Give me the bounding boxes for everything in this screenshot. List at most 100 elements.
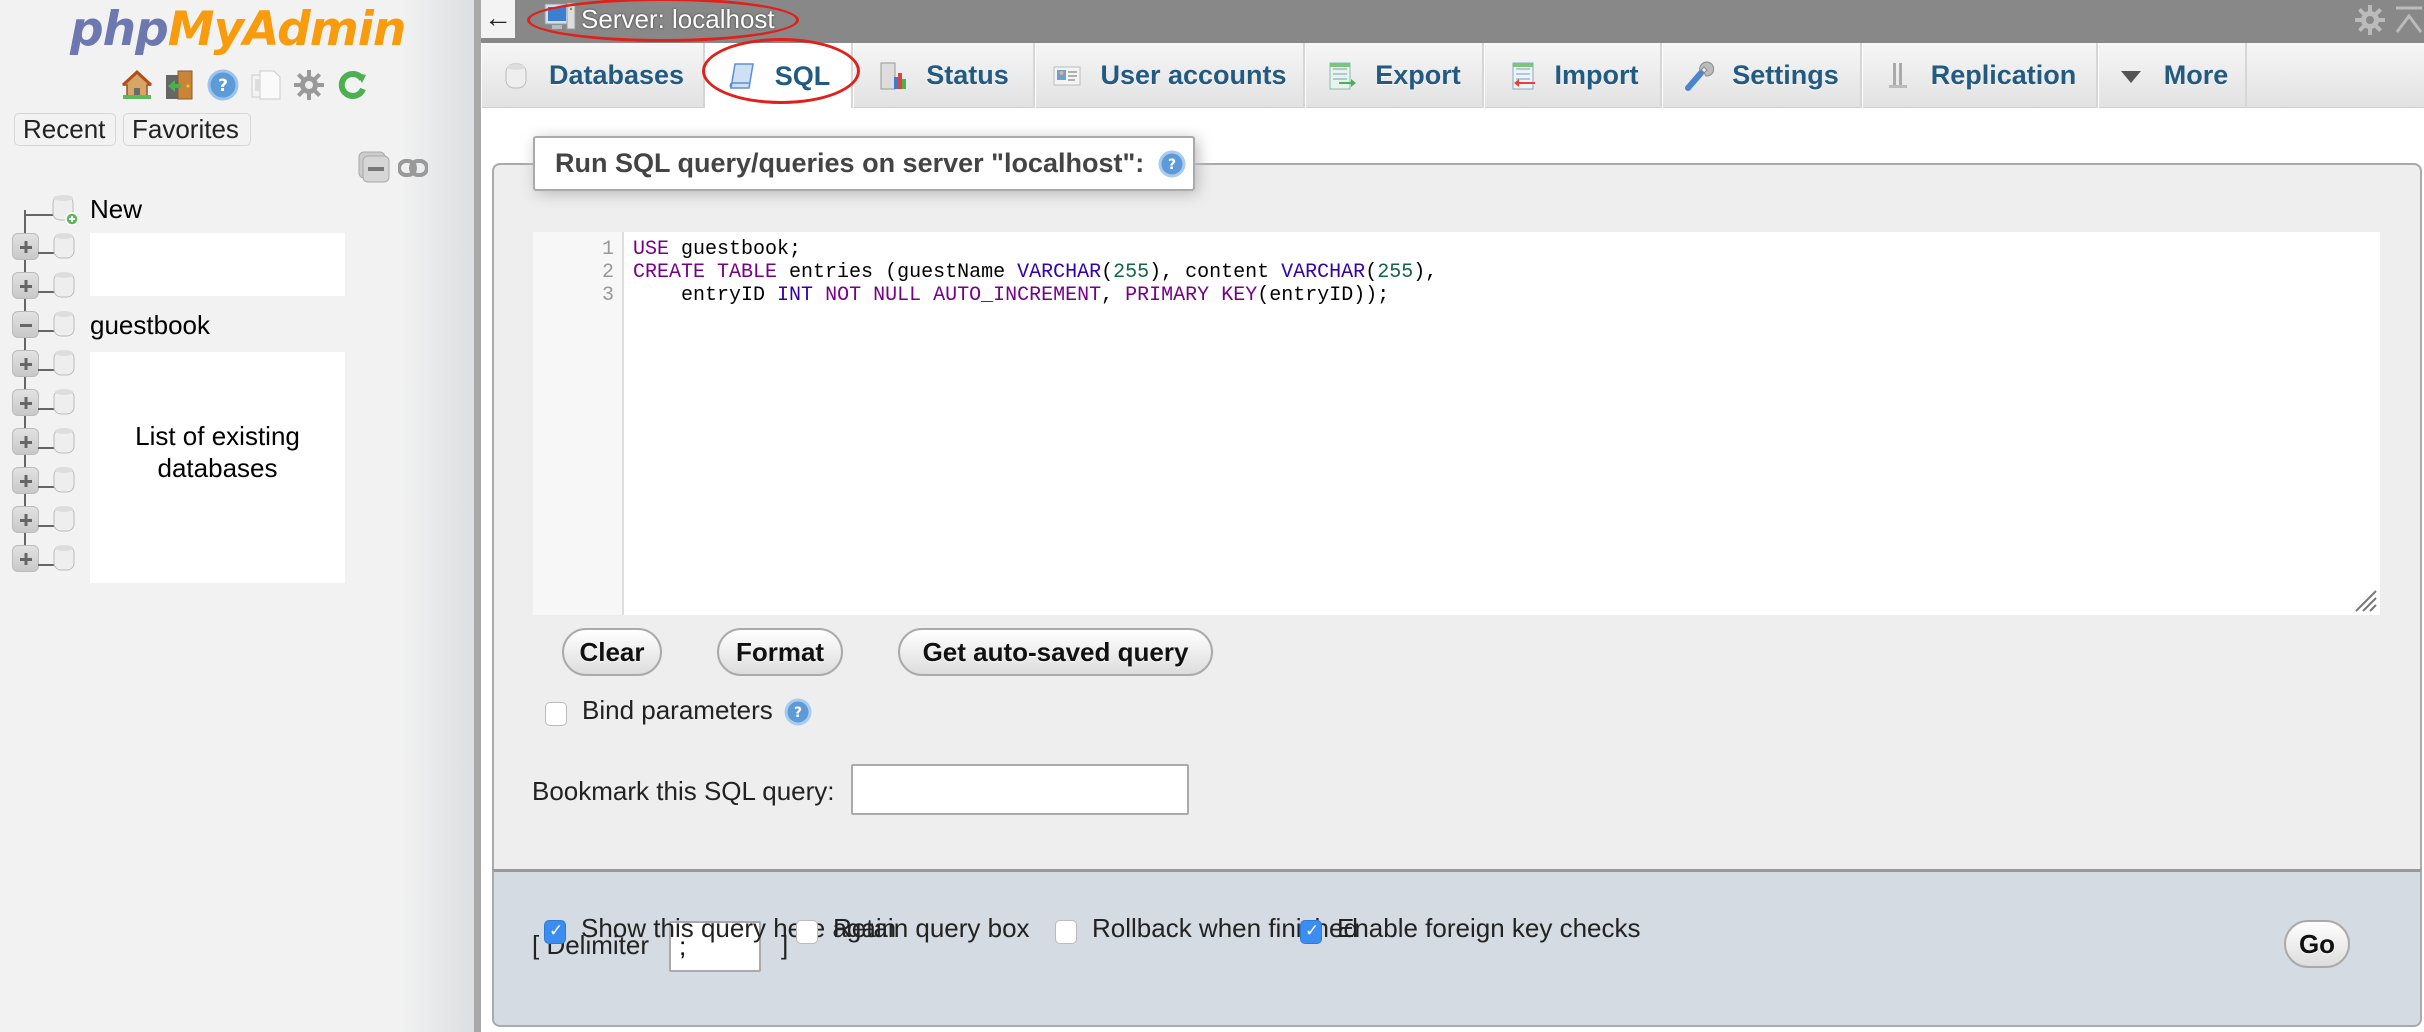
- collapse-top-menu-icon[interactable]: [2394, 4, 2424, 36]
- svg-text:?: ?: [1168, 157, 1176, 173]
- bind-parameters-label[interactable]: Bind parameters: [582, 695, 773, 726]
- expand-node-icon[interactable]: [12, 506, 39, 533]
- tab-label: Status: [926, 60, 1009, 90]
- breadcrumb-server[interactable]: Server: localhost: [543, 2, 775, 36]
- wrench-icon: [1684, 61, 1715, 91]
- database-icon: [52, 348, 76, 378]
- expand-node-icon[interactable]: [12, 545, 39, 572]
- phpmyadmin-logo[interactable]: phpMyAdmin: [70, 2, 406, 60]
- link-with-main-panel-icon[interactable]: [397, 158, 429, 178]
- database-icon: [52, 231, 76, 261]
- tab-label: Import: [1554, 60, 1639, 90]
- help-icon[interactable]: ?: [784, 698, 812, 726]
- page-settings-icon[interactable]: [2354, 4, 2386, 36]
- tab-label: Replication: [1930, 60, 2077, 90]
- format-button[interactable]: Format: [717, 628, 843, 676]
- expand-node-icon[interactable]: [12, 389, 39, 416]
- server-icon: [543, 1, 577, 38]
- database-icon: [52, 543, 76, 573]
- main-panel: Run SQL query/queries on server "localho…: [481, 108, 2424, 1032]
- database-list-annotation: List of existing databases: [90, 352, 345, 583]
- expand-node-icon[interactable]: [12, 272, 39, 299]
- option-checkbox-retain-query-box[interactable]: [796, 920, 818, 944]
- query-panel-legend: Run SQL query/queries on server "localho…: [533, 136, 1195, 191]
- expand-node-icon[interactable]: [12, 467, 39, 494]
- tree-connector: [24, 214, 54, 216]
- tab-replication[interactable]: Replication: [1862, 43, 2098, 108]
- logout-icon[interactable]: [163, 68, 197, 102]
- user-card-icon: [1052, 61, 1082, 91]
- settings-gear-icon[interactable]: [292, 68, 326, 102]
- recent-button[interactable]: Recent: [14, 113, 116, 146]
- back-arrow-button[interactable]: ←: [481, 0, 515, 38]
- line-number: 2: [601, 261, 614, 284]
- resize-grip-icon[interactable]: [2352, 587, 2378, 613]
- option-label[interactable]: Enable foreign key checks: [1337, 913, 1641, 944]
- reload-icon[interactable]: [335, 68, 369, 102]
- tab-label: Settings: [1732, 60, 1839, 90]
- bookmark-label: Bookmark this SQL query:: [532, 776, 835, 806]
- option-label[interactable]: Retain query box: [833, 913, 1030, 944]
- breadcrumb-bar: ← Server: localhost: [481, 0, 2424, 43]
- help-icon[interactable]: ?: [1158, 150, 1186, 178]
- database-icon: [501, 61, 531, 91]
- clear-button[interactable]: Clear: [562, 628, 662, 676]
- option-checkbox-show-this-query-here-again[interactable]: [544, 920, 566, 944]
- tab-status[interactable]: Status: [853, 43, 1035, 108]
- tree-item-database[interactable]: guestbook: [12, 308, 452, 342]
- bind-parameters-checkbox[interactable]: [545, 702, 567, 726]
- new-database-icon: [52, 193, 79, 226]
- sidebar-resize-handle[interactable]: [474, 0, 481, 1032]
- tab-databases[interactable]: Databases: [481, 43, 705, 108]
- navigation-sidebar: phpMyAdmin ? Recent Favorites New guestb…: [0, 0, 474, 1032]
- database-icon: [52, 426, 76, 456]
- tab-label: More: [2163, 60, 2229, 90]
- database-icon: [52, 270, 76, 300]
- get-auto-saved-query-button[interactable]: Get auto-saved query: [898, 628, 1213, 676]
- database-icon: [52, 387, 76, 417]
- svg-text:?: ?: [794, 705, 802, 721]
- line-number: 3: [601, 284, 614, 307]
- sql-code[interactable]: USE guestbook; CREATE TABLE entries (gue…: [633, 238, 1437, 307]
- go-button[interactable]: Go: [2284, 920, 2350, 968]
- sidebar-nav-icons: ?: [120, 68, 369, 104]
- favorites-button[interactable]: Favorites: [123, 113, 251, 146]
- svg-text:?: ?: [218, 76, 228, 96]
- database-icon: [52, 504, 76, 534]
- tree-item-new[interactable]: New: [12, 192, 452, 226]
- server-tabs: Databases SQL Status User accounts Export Imp…: [481, 43, 2424, 109]
- sql-scroll-icon: [727, 61, 757, 91]
- help-icon[interactable]: ?: [206, 68, 240, 102]
- line-number: 1: [601, 238, 614, 261]
- tab-sql[interactable]: SQL: [705, 43, 853, 109]
- expand-node-icon[interactable]: [12, 350, 39, 377]
- tab-user-accounts[interactable]: User accounts: [1035, 43, 1305, 108]
- database-icon: [52, 309, 76, 339]
- status-chart-icon: [878, 61, 908, 91]
- home-icon[interactable]: [120, 68, 154, 102]
- tab-export[interactable]: Export: [1305, 43, 1484, 108]
- collapse-all-icon[interactable]: [358, 151, 390, 183]
- option-checkbox-enable-foreign-key-checks[interactable]: [1300, 920, 1322, 944]
- bookmark-input[interactable]: [851, 764, 1189, 815]
- tab-settings[interactable]: Settings: [1662, 43, 1862, 108]
- export-icon: [1327, 61, 1357, 91]
- tab-more[interactable]: More: [2098, 43, 2247, 108]
- import-icon: [1507, 61, 1537, 91]
- collapse-node-icon[interactable]: [12, 311, 39, 338]
- replication-icon: [1883, 61, 1913, 91]
- tab-label: Databases: [548, 60, 685, 90]
- tab-label: SQL: [774, 60, 831, 91]
- option-checkbox-rollback-when-finished[interactable]: [1055, 920, 1077, 944]
- expand-node-icon[interactable]: [12, 233, 39, 260]
- documentation-icon[interactable]: [249, 68, 283, 102]
- tab-label: User accounts: [1100, 60, 1287, 90]
- redaction-box: [90, 233, 345, 296]
- line-number-gutter: 1 2 3: [533, 232, 624, 615]
- database-name[interactable]: guestbook: [90, 310, 210, 341]
- tab-import[interactable]: Import: [1484, 43, 1662, 108]
- triangle-down-icon: [2116, 61, 2146, 91]
- sql-query-editor[interactable]: 1 2 3 USE guestbook; CREATE TABLE entrie…: [533, 232, 2380, 615]
- expand-node-icon[interactable]: [12, 428, 39, 455]
- annotation-text: List of existing databases: [135, 421, 300, 483]
